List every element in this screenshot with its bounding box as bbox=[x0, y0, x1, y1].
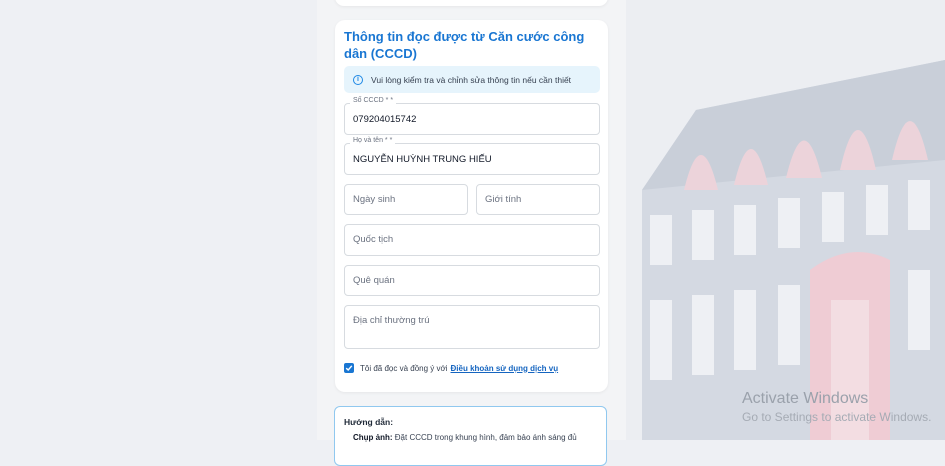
building-illustration bbox=[626, 0, 945, 440]
address-placeholder: Địa chỉ thường trú bbox=[353, 315, 430, 326]
full-name-value: NGUYỄN HUỲNH TRUNG HIẾU bbox=[353, 154, 492, 165]
id-number-value: 079204015742 bbox=[353, 114, 417, 125]
guide-heading: Hướng dẫn: bbox=[344, 417, 394, 427]
terms-text: Tôi đã đọc và đồng ý với bbox=[360, 363, 448, 373]
activate-title: Activate Windows bbox=[742, 390, 869, 407]
hometown-field[interactable]: Quê quán bbox=[344, 265, 600, 296]
guide-item-text: Đặt CCCD trong khung hình, đảm bảo ánh s… bbox=[394, 433, 577, 442]
terms-link[interactable]: Điều khoản sử dụng dịch vụ bbox=[451, 364, 559, 373]
full-name-field[interactable]: Họ và tên * * NGUYỄN HUỲNH TRUNG HIẾU bbox=[344, 137, 600, 175]
dob-placeholder: Ngày sinh bbox=[353, 194, 396, 205]
dob-field[interactable]: Ngày sinh bbox=[344, 184, 468, 215]
full-name-label: Họ và tên * * bbox=[350, 137, 396, 144]
guide-item: Chụp ảnh: Đặt CCCD trong khung hình, đảm… bbox=[353, 433, 577, 442]
activate-windows-watermark: Activate Windows Go to Settings to activ… bbox=[742, 390, 942, 424]
alert-text: Vui lòng kiểm tra và chỉnh sửa thông tin… bbox=[371, 74, 572, 85]
hometown-placeholder: Quê quán bbox=[353, 275, 395, 286]
gender-placeholder: Giới tính bbox=[485, 194, 522, 205]
gender-field[interactable]: Giới tính bbox=[476, 184, 600, 215]
cccd-info-card: Thông tin đọc được từ Căn cước công dân … bbox=[335, 20, 608, 392]
address-textarea[interactable]: Địa chỉ thường trú bbox=[344, 305, 600, 349]
previous-card bbox=[335, 0, 608, 6]
id-number-label: Số CCCD * * bbox=[350, 97, 397, 104]
card-title: Thông tin đọc được từ Căn cước công dân … bbox=[344, 29, 585, 61]
terms-checkbox[interactable] bbox=[344, 363, 354, 373]
check-icon bbox=[345, 365, 353, 372]
nationality-field[interactable]: Quốc tịch bbox=[344, 224, 600, 256]
info-alert: i Vui lòng kiểm tra và chỉnh sửa thông t… bbox=[344, 66, 600, 93]
guide-item-label: Chụp ảnh: bbox=[353, 433, 393, 442]
guide-box: Hướng dẫn: Chụp ảnh: Đặt CCCD trong khun… bbox=[334, 406, 607, 466]
info-icon: i bbox=[353, 74, 363, 85]
form-column: Thông tin đọc được từ Căn cước công dân … bbox=[317, 0, 626, 466]
id-number-field[interactable]: Số CCCD * * 079204015742 bbox=[344, 97, 600, 135]
terms-row: Tôi đã đọc và đồng ý với Điều khoản sử d… bbox=[344, 363, 558, 373]
nationality-placeholder: Quốc tịch bbox=[353, 234, 394, 245]
activate-subtitle: Go to Settings to activate Windows. bbox=[742, 410, 932, 424]
